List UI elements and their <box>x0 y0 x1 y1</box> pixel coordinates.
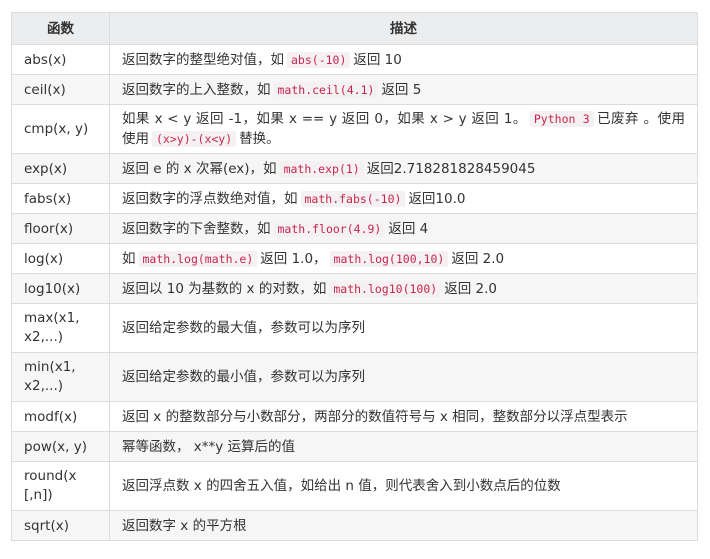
description-text: 返回 2.0 <box>451 250 505 267</box>
description-cell: 如 math.log(math.e) 返回 1.0， math.log(100,10)… <box>109 243 698 274</box>
inline-code: math.log10(100) <box>329 280 442 297</box>
table-row: sqrt(x) 返回数字 x 的平方根 <box>11 510 698 541</box>
description-cell: 幂等函数， x**y 运算后的值 <box>109 431 698 462</box>
table-row: round(x [,n]) 返回浮点数 x 的四舍五入值，如给出 n 值，则代表舍… <box>11 461 698 511</box>
description-text: 返回 x 的整数部分与小数部分，两部分的数值符号与 x 相同，整数部分以浮点型表… <box>122 408 628 425</box>
function-name-cell: floor(x) <box>11 213 110 244</box>
description-cell: 返回数字的下舍整数，如 math.floor(4.9) 返回 4 <box>109 213 698 244</box>
table-row: abs(x) 返回数字的整型绝对值，如 abs(-10) 返回 10 <box>11 44 698 75</box>
function-name-cell: ceil(x) <box>11 74 110 105</box>
function-name-cell: min(x1, x2,...) <box>11 352 110 402</box>
table-row: pow(x, y) 幂等函数， x**y 运算后的值 <box>11 431 698 462</box>
table-row: cmp(x, y) 如果 x < y 返回 -1，如果 x == y 返回 0，如… <box>11 104 698 154</box>
description-cell: 返回以 10 为基数的 x 的对数，如 math.log10(100) 返回 2.0 <box>109 273 698 304</box>
function-name-cell: exp(x) <box>11 153 110 184</box>
table-body: abs(x) 返回数字的整型绝对值，如 abs(-10) 返回 10 ceil(x) 返回… <box>11 44 698 541</box>
description-cell: 返回 e 的 x 次幂(ex)，如 math.exp(1) 返回2.71828182… <box>109 153 698 184</box>
table-row: floor(x) 返回数字的下舍整数，如 math.floor(4.9) 返回 4 <box>11 213 698 244</box>
table-row: ceil(x) 返回数字的上入整数，如 math.ceil(4.1) 返回 5 <box>11 74 698 105</box>
description-text: 返回 10 <box>353 51 402 68</box>
table-row: fabs(x) 返回数字的浮点数绝对值，如 math.fabs(-10) 返回10.0 <box>11 183 698 214</box>
description-cell: 返回给定参数的最大值，参数可以为序列 <box>109 303 698 353</box>
function-name-cell: log10(x) <box>11 273 110 304</box>
inline-code: math.exp(1) <box>279 160 364 177</box>
function-name-cell: modf(x) <box>11 401 110 432</box>
header-function: 函数 <box>11 12 110 45</box>
inline-code: math.ceil(4.1) <box>273 81 379 98</box>
inline-code: math.fabs(-10) <box>300 190 406 207</box>
description-text: 返回数字的浮点数绝对值，如 <box>122 190 298 207</box>
header-description: 描述 <box>109 12 698 45</box>
inline-code: math.log(100,10) <box>329 250 449 267</box>
inline-code: Python 3 <box>529 111 594 127</box>
description-text: 幂等函数， x**y 运算后的值 <box>122 438 296 455</box>
description-cell: 返回数字 x 的平方根 <box>109 510 698 541</box>
table-row: log(x) 如 math.log(math.e) 返回 1.0， math.log(1… <box>11 243 698 274</box>
function-name-cell: sqrt(x) <box>11 510 110 541</box>
description-text: 返回数字的整型绝对值，如 <box>122 51 284 68</box>
description-text: 返回2.718281828459045 <box>366 160 536 177</box>
description-cell: 如果 x < y 返回 -1，如果 x == y 返回 0，如果 x > y 返… <box>109 104 698 154</box>
description-text: 返回 4 <box>388 220 429 237</box>
description-text: 返回以 10 为基数的 x 的对数，如 <box>122 280 327 297</box>
description-text: 返回给定参数的最大值，参数可以为序列 <box>122 320 365 336</box>
inline-code: math.floor(4.9) <box>273 220 386 237</box>
description-cell: 返回数字的整型绝对值，如 abs(-10) 返回 10 <box>109 44 698 75</box>
table-row: exp(x) 返回 e 的 x 次幂(ex)，如 math.exp(1) 返回2.71… <box>11 153 698 184</box>
description-cell: 返回数字的浮点数绝对值，如 math.fabs(-10) 返回10.0 <box>109 183 698 214</box>
inline-code: (x>y)-(x<y) <box>152 131 237 147</box>
function-name-cell: pow(x, y) <box>11 431 110 462</box>
function-name-cell: log(x) <box>11 243 110 274</box>
table-row: max(x1, x2,...) 返回给定参数的最大值，参数可以为序列 <box>11 303 698 353</box>
table-header: 函数 描述 <box>11 12 698 45</box>
description-cell: 返回 x 的整数部分与小数部分，两部分的数值符号与 x 相同，整数部分以浮点型表… <box>109 401 698 432</box>
description-text: 返回 2.0 <box>444 280 497 297</box>
description-text: 如 <box>122 250 136 267</box>
description-text: 返回 5 <box>381 81 422 98</box>
table-row: modf(x) 返回 x 的整数部分与小数部分，两部分的数值符号与 x 相同，整数… <box>11 401 698 432</box>
function-name-cell: cmp(x, y) <box>11 104 110 154</box>
function-table-container: 函数 描述 abs(x) 返回数字的整型绝对值，如 abs(-10) 返回 10 cei… <box>11 12 698 541</box>
description-text: 返回数字的下舍整数，如 <box>122 220 271 237</box>
header-row: 函数 描述 <box>11 12 698 45</box>
function-name-cell: max(x1, x2,...) <box>11 303 110 353</box>
description-text: 返回给定参数的最小值，参数可以为序列 <box>122 369 365 385</box>
description-cell: 返回浮点数 x 的四舍五入值，如给出 n 值，则代表舍入到小数点后的位数 <box>109 461 698 511</box>
function-name-cell: fabs(x) <box>11 183 110 214</box>
description-cell: 返回数字的上入整数，如 math.ceil(4.1) 返回 5 <box>109 74 698 105</box>
function-table: 函数 描述 abs(x) 返回数字的整型绝对值，如 abs(-10) 返回 10 cei… <box>11 12 698 541</box>
function-name-cell: round(x [,n]) <box>11 461 110 511</box>
table-row: min(x1, x2,...) 返回给定参数的最小值，参数可以为序列 <box>11 352 698 402</box>
description-text: 返回浮点数 x 的四舍五入值，如给出 n 值，则代表舍入到小数点后的位数 <box>122 478 561 494</box>
function-name-cell: abs(x) <box>11 44 110 75</box>
description-text: 返回数字 x 的平方根 <box>122 517 247 534</box>
description-text: 返回 e 的 x 次幂(ex)，如 <box>122 160 277 177</box>
inline-code: abs(-10) <box>287 51 351 68</box>
description-text: 返回 1.0， <box>260 250 327 267</box>
description-text: 替换。 <box>239 131 280 147</box>
inline-code: math.log(math.e) <box>138 250 258 267</box>
description-text: 如果 x < y 返回 -1，如果 x == y 返回 0，如果 x > y 返… <box>122 111 527 127</box>
description-text: 返回数字的上入整数，如 <box>122 81 271 98</box>
description-cell: 返回给定参数的最小值，参数可以为序列 <box>109 352 698 402</box>
table-row: log10(x) 返回以 10 为基数的 x 的对数，如 math.log10(10… <box>11 273 698 304</box>
description-text: 返回10.0 <box>408 190 466 207</box>
